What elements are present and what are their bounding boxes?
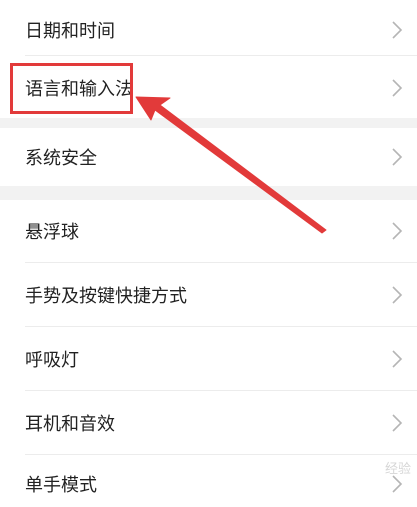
chevron-right-icon: [392, 413, 403, 432]
settings-item-floating-ball[interactable]: 悬浮球: [0, 200, 417, 262]
settings-item-label: 悬浮球: [25, 222, 79, 243]
settings-item-one-hand-mode[interactable]: 单手模式: [0, 455, 417, 507]
chevron-right-icon: [392, 148, 403, 166]
highlight-box: [10, 63, 133, 114]
watermark: 经验: [384, 462, 411, 477]
settings-item-system-security[interactable]: 系统安全: [0, 128, 417, 186]
divider: [25, 55, 417, 56]
chevron-right-icon: [392, 21, 403, 39]
chevron-right-icon: [392, 285, 403, 304]
settings-item-gesture-shortcuts[interactable]: 手势及按键快捷方式: [0, 263, 417, 326]
settings-screen: 日期和时间 语言和输入法 系统安全 悬浮球 手势及按键快捷方式 呼吸灯 耳机和音…: [0, 0, 417, 507]
settings-item-breathing-light[interactable]: 呼吸灯: [0, 327, 417, 390]
chevron-right-icon: [392, 79, 403, 97]
section-gap: [0, 118, 417, 128]
chevron-right-icon: [392, 222, 403, 240]
settings-item-label: 耳机和音效: [25, 413, 115, 435]
section-gap: [0, 186, 417, 200]
settings-item-label: 单手模式: [25, 474, 97, 496]
settings-item-label: 日期和时间: [25, 21, 115, 42]
chevron-right-icon: [392, 349, 403, 368]
settings-item-date-time[interactable]: 日期和时间: [0, 0, 417, 60]
settings-item-earphone-sound[interactable]: 耳机和音效: [0, 391, 417, 454]
settings-item-label: 呼吸灯: [25, 349, 79, 371]
settings-item-label: 系统安全: [25, 148, 97, 169]
settings-item-label: 手势及按键快捷方式: [25, 285, 187, 307]
